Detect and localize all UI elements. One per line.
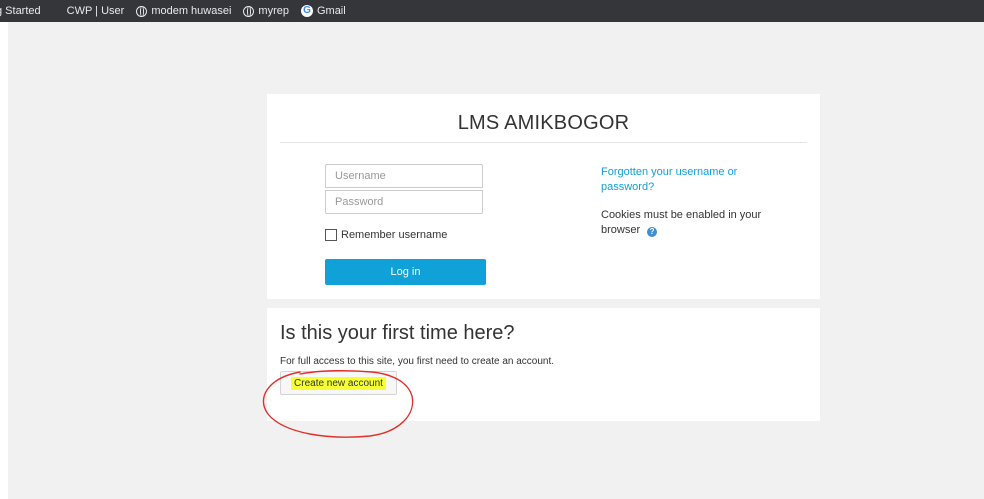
bookmark-label: CWP | User	[66, 5, 125, 17]
bookmark-label: myrep	[258, 5, 289, 17]
globe-icon	[136, 5, 148, 17]
signup-card: Is this your first time here? For full a…	[267, 308, 820, 421]
bookmark-label: Gmail	[316, 5, 346, 17]
bookmark-gmail[interactable]: G Gmail	[300, 5, 346, 17]
bookmark-modem-huwasei[interactable]: modem huwasei	[136, 5, 231, 17]
remember-checkbox[interactable]	[325, 229, 337, 241]
signup-heading: Is this your first time here?	[280, 322, 515, 344]
bookmark-getting-started[interactable]: g Started	[0, 5, 41, 17]
login-button[interactable]: Log in	[325, 259, 486, 285]
globe-icon	[243, 5, 255, 17]
password-input[interactable]	[325, 190, 483, 214]
username-input[interactable]	[325, 164, 483, 188]
cookies-text: Cookies must be enabled in your browser	[601, 209, 762, 236]
login-card: LMS AMIKBOGOR Remember username Log in F…	[267, 94, 820, 299]
bookmark-label: g Started	[0, 5, 41, 17]
help-icon[interactable]: ?	[647, 227, 658, 237]
remember-label: Remember username	[341, 229, 448, 241]
bookmark-label: modem huwasei	[151, 5, 232, 17]
title-divider	[280, 142, 807, 143]
google-icon: G	[300, 5, 313, 17]
site-title: LMS AMIKBOGOR	[457, 112, 630, 134]
cookies-notice: Cookies must be enabled in your browser?	[601, 208, 781, 238]
create-account-label: Create new account	[291, 376, 386, 390]
bookmark-cwp-user[interactable]: CWP | User	[53, 5, 125, 17]
bookmarks-bar: g Started CWP | User modem huwasei myrep…	[0, 0, 984, 22]
remember-username[interactable]: Remember username	[325, 229, 447, 241]
signup-description: For full access to this site, you first …	[280, 356, 555, 367]
create-account-button[interactable]: Create new account	[280, 371, 397, 395]
page-content: LMS AMIKBOGOR Remember username Log in F…	[8, 22, 984, 499]
bookmark-myrep[interactable]: myrep	[243, 5, 289, 17]
forgot-password-link[interactable]: Forgotten your username or password?	[601, 165, 761, 195]
